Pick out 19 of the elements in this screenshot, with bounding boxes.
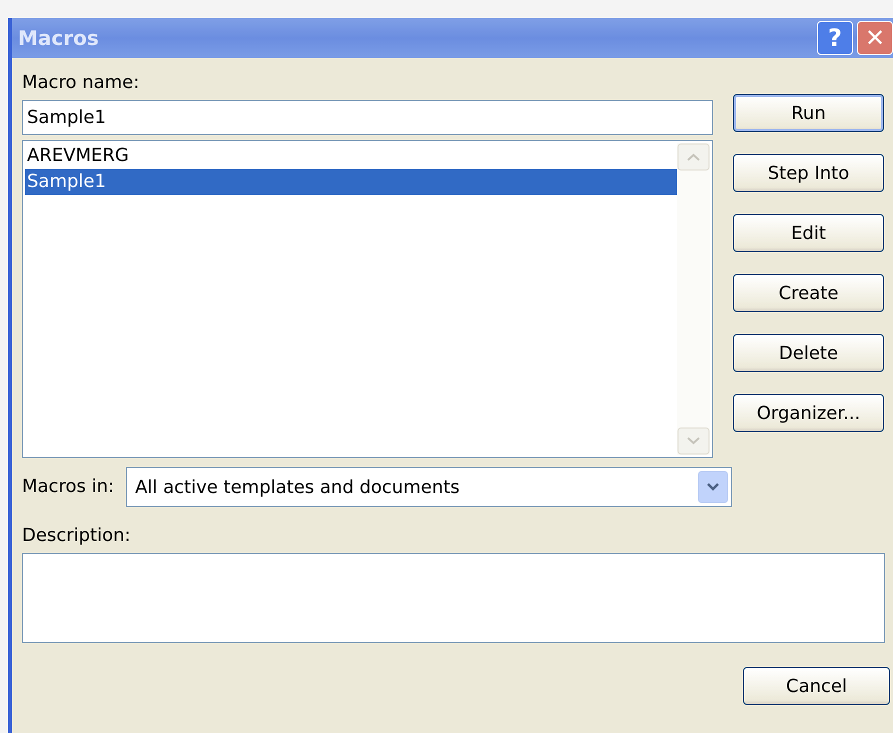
macro-name-field[interactable]: Sample1 [22, 100, 713, 135]
macros-in-label: Macros in: [22, 476, 114, 498]
dialog-button[interactable]: Run [733, 94, 884, 132]
description-field[interactable] [22, 553, 885, 643]
macro-list-item[interactable]: Sample1 [25, 169, 677, 195]
help-button[interactable]: ? [817, 21, 853, 55]
macros-in-dropdown[interactable]: All active templates and documents [126, 467, 732, 507]
macro-name-label: Macro name: [22, 72, 140, 94]
window-title: Macros [18, 26, 99, 50]
description-label: Description: [22, 525, 132, 547]
dialog-button[interactable]: Create [733, 274, 884, 312]
dialog-button[interactable]: Step Into [733, 154, 884, 192]
scroll-up-icon[interactable] [677, 143, 710, 171]
dialog-button[interactable]: Edit [733, 214, 884, 252]
scroll-down-icon[interactable] [677, 427, 710, 455]
dialog-button[interactable]: Organizer... [733, 394, 884, 432]
dialog-button[interactable]: Delete [733, 334, 884, 372]
cancel-button[interactable]: Cancel [743, 667, 890, 705]
macro-list-item[interactable]: AREVMERG [25, 143, 677, 169]
